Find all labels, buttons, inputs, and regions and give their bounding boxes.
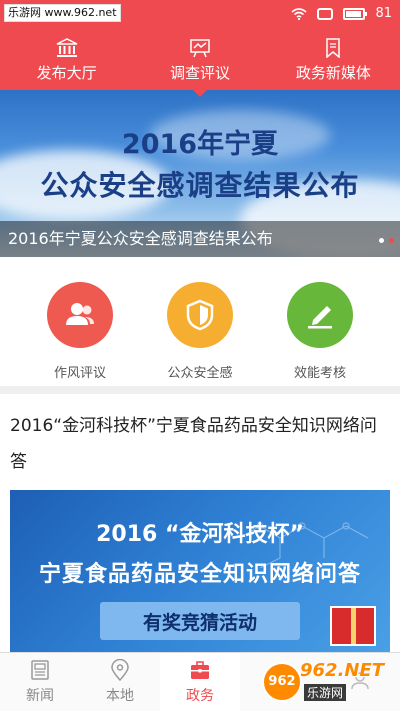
quick-action-circle	[47, 282, 113, 348]
users-icon	[66, 303, 94, 325]
article-title: 2016“金河科技杯”宁夏食品药品安全知识网络问答	[10, 416, 377, 472]
top-nav: 发布大厅 调查评议 政务新媒体	[0, 30, 400, 97]
carousel-dot-active	[389, 238, 394, 243]
quick-actions: 作风评议 公众安全感 效能考核	[0, 258, 400, 386]
briefcase-icon	[191, 661, 209, 679]
tab-local[interactable]: 本地	[80, 653, 160, 711]
banner-title-line2: 公众安全感调查结果公布	[40, 169, 360, 202]
nav-label: 调查评议	[169, 63, 230, 82]
wifi-icon	[291, 7, 307, 20]
tab-label: 政务	[186, 688, 214, 704]
tab-label: 新闻	[26, 688, 54, 704]
nav-item-release-hall[interactable]: 发布大厅	[0, 30, 133, 90]
watermark-circle: 962	[262, 662, 302, 702]
survey-board-icon	[190, 38, 210, 57]
watermark-label: 乐游网 www.962.net	[4, 4, 121, 22]
quick-action-label: 作风评议	[53, 366, 106, 381]
bank-icon	[56, 37, 77, 57]
status-icons: 81	[291, 6, 392, 21]
watermark-logo: 962 962.NET 乐游网	[260, 656, 396, 708]
nav-item-new-media[interactable]: 政务新媒体	[267, 30, 400, 90]
article-image-line2: 宁夏食品药品安全知识网络问答	[38, 562, 361, 587]
nav-item-survey[interactable]: 调查评议	[133, 30, 266, 97]
newspaper-icon	[31, 660, 49, 680]
banner-title-line1: 2016年宁夏	[121, 129, 279, 160]
edit-icon	[308, 306, 332, 329]
quick-action-public-safety[interactable]: 公众安全感	[150, 258, 250, 386]
message-icon	[317, 7, 334, 20]
tab-news[interactable]: 新闻	[0, 653, 80, 711]
section-divider	[0, 386, 400, 394]
quick-action-circle	[287, 282, 353, 348]
quick-action-style-review[interactable]: 作风评议	[30, 258, 130, 386]
app-screen: 乐游网 www.962.net 81 发布大厅 调查评议 政务新媒体 2016年…	[0, 0, 400, 711]
carousel-dot	[379, 238, 384, 243]
article-image-line3: 有奖竞猜活动	[142, 612, 257, 634]
tab-label: 本地	[106, 688, 134, 704]
watermark-subtext: 乐游网	[304, 684, 347, 701]
article-image-line1: 2016 “金河科技杯”	[96, 522, 304, 547]
battery-percent: 81	[375, 6, 392, 21]
quick-action-label: 公众安全感	[167, 366, 233, 381]
watermark-text: 962.NET	[300, 660, 385, 681]
battery-icon	[343, 7, 368, 20]
nav-label: 发布大厅	[36, 63, 97, 82]
location-pin-icon	[111, 659, 129, 681]
quick-action-circle	[167, 282, 233, 348]
status-bar: 乐游网 www.962.net 81	[0, 0, 400, 30]
quick-action-efficiency[interactable]: 效能考核	[270, 258, 370, 386]
bookmark-icon	[326, 37, 341, 58]
banner-caption: 2016年宁夏公众安全感调查结果公布	[0, 221, 400, 257]
tab-government[interactable]: 政务	[160, 653, 240, 711]
article-image: 2016 “金河科技杯” 宁夏食品药品安全知识网络问答 有奖竞猜活动	[10, 490, 390, 652]
article-card[interactable]: 2016“金河科技杯”宁夏食品药品安全知识网络问答 2016 “金河科技杯” 宁…	[0, 394, 400, 652]
gift-box-icon	[330, 606, 376, 646]
nav-label: 政务新媒体	[295, 63, 371, 82]
banner-carousel[interactable]: 2016年宁夏 公众安全感调查结果公布 2016年宁夏公众安全感调查结果公布	[0, 90, 400, 257]
shield-icon	[186, 299, 214, 331]
carousel-indicator	[379, 238, 394, 243]
battery-fill	[346, 10, 362, 17]
quick-action-label: 效能考核	[293, 366, 346, 381]
